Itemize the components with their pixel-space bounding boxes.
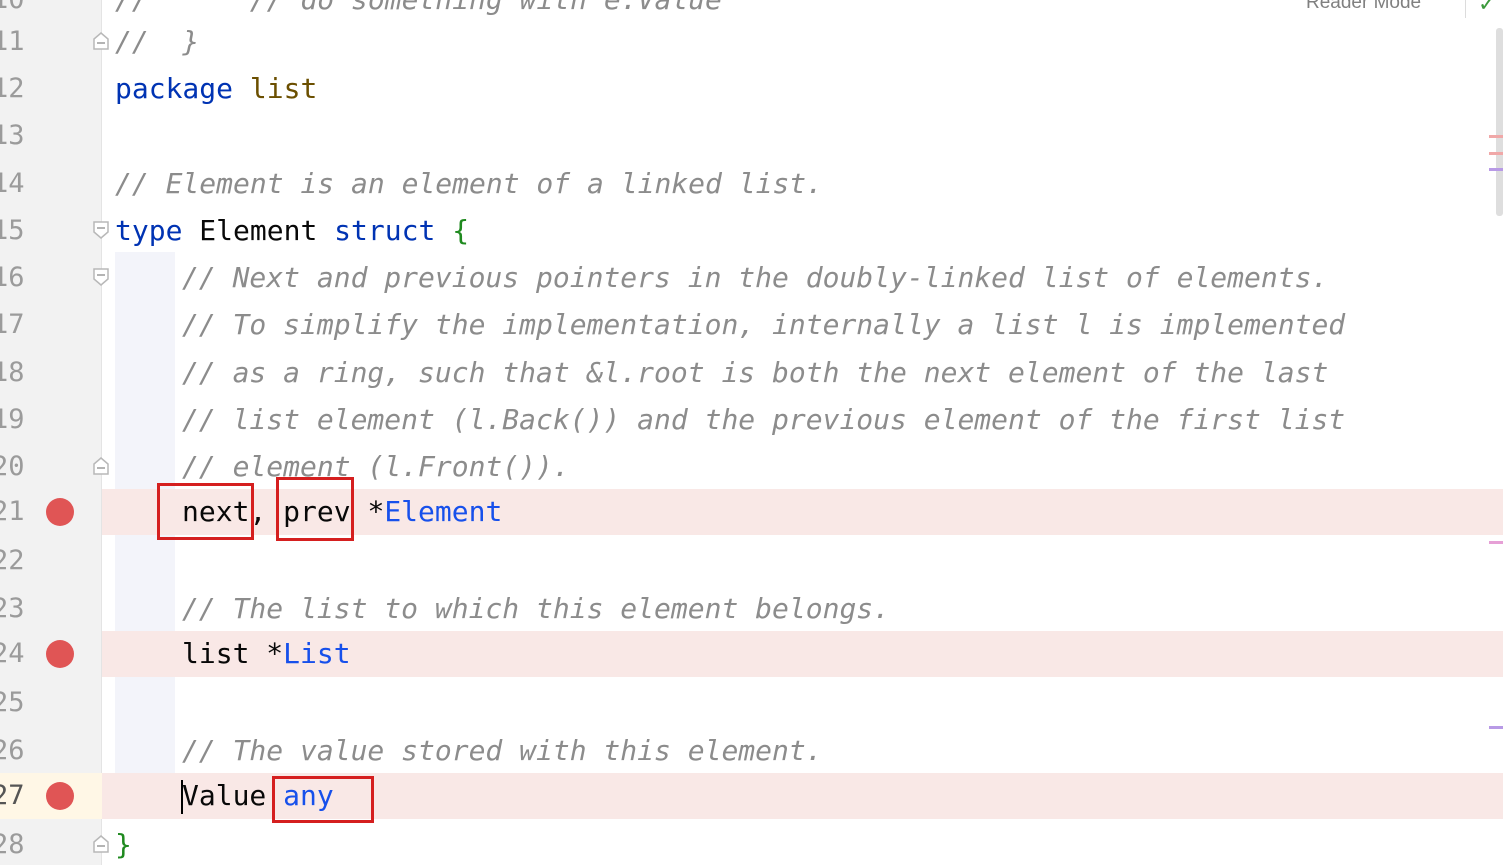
line-number[interactable]: 24 [0, 630, 25, 677]
package-keyword: package [115, 72, 234, 105]
code-line[interactable]: 14 // Element is an element of a linked … [0, 160, 1503, 207]
comment-text: // The value stored with this element. [182, 734, 823, 767]
highlight-box-prev [276, 477, 354, 541]
toolbar-divider [1465, 0, 1466, 18]
open-brace: { [452, 214, 470, 247]
error-stripe-marker[interactable] [1489, 541, 1503, 544]
code-editor[interactable]: 10 // // do something with e.Value 11 //… [0, 0, 1503, 865]
code-line[interactable]: 13 [0, 112, 1503, 159]
code-line[interactable]: 16 // Next and previous pointers in the … [0, 254, 1503, 301]
close-brace: } [115, 828, 132, 861]
line-number[interactable]: 26 [0, 727, 25, 774]
line-number[interactable]: 15 [0, 207, 25, 254]
breakpoint-icon[interactable] [46, 640, 74, 668]
line-number[interactable]: 23 [0, 585, 25, 632]
breakpoint-icon[interactable] [46, 498, 74, 526]
fold-end-icon[interactable] [92, 834, 110, 854]
struct-declaration: type Element struct { [115, 207, 469, 254]
line-number[interactable]: 21 [0, 488, 25, 535]
highlight-box-any [272, 776, 374, 823]
field-declaration: list *List [182, 630, 351, 677]
field-name: list [182, 637, 250, 670]
line-number[interactable]: 20 [0, 443, 25, 490]
error-stripe-marker[interactable] [1489, 152, 1503, 155]
line-number[interactable]: 17 [0, 301, 25, 348]
code-line[interactable]: 28 } [0, 821, 1503, 868]
fold-start-icon[interactable] [92, 220, 110, 240]
line-number[interactable]: 18 [0, 349, 25, 396]
code-line[interactable]: 23 // The list to which this element bel… [0, 585, 1503, 632]
comment-text: // The list to which this element belong… [182, 592, 891, 625]
line-number[interactable]: 11 [0, 18, 25, 65]
comment-text: // as a ring, such that &l.root is both … [182, 356, 1329, 389]
line-number[interactable]: 22 [0, 537, 25, 584]
struct-keyword: struct [334, 214, 436, 247]
fold-start-icon[interactable] [92, 267, 110, 287]
comment-text: // Next and previous pointers in the dou… [182, 261, 1329, 294]
field-name: Value [182, 779, 267, 812]
code-line[interactable]: 15 type Element struct { [0, 207, 1503, 254]
type-keyword: type [115, 214, 183, 247]
fold-end-icon[interactable] [92, 456, 110, 476]
line-number[interactable]: 28 [0, 821, 25, 868]
struct-name: Element [199, 214, 318, 247]
check-icon[interactable]: ✓ [1478, 0, 1496, 17]
pointer-star: * [249, 637, 284, 670]
comment-text: // Element is an element of a linked lis… [115, 167, 824, 200]
code-line[interactable]: 26 // The value stored with this element… [0, 727, 1503, 774]
code-line[interactable]: 22 [0, 537, 1503, 584]
error-stripe-marker[interactable] [1489, 168, 1503, 171]
text-caret [181, 780, 183, 814]
code-line[interactable]: 12 package list [0, 65, 1503, 112]
code-line[interactable]: 18 // as a ring, such that &l.root is bo… [0, 349, 1503, 396]
highlight-box-next [157, 483, 254, 540]
comment-text: // To simplify the implementation, inter… [182, 308, 1346, 341]
comment-text: // } [115, 25, 200, 58]
code-line[interactable]: 17 // To simplify the implementation, in… [0, 301, 1503, 348]
code-line-breakpoint[interactable]: 24 list *List [0, 630, 1503, 677]
code-line-breakpoint-current[interactable]: 27 Value any [0, 772, 1503, 819]
package-declaration: package list [115, 65, 317, 112]
line-number[interactable]: 25 [0, 679, 25, 726]
line-number[interactable]: 14 [0, 160, 25, 207]
line-number[interactable]: 13 [0, 112, 25, 159]
line-number[interactable]: 12 [0, 65, 25, 112]
line-number[interactable]: 27 [0, 772, 25, 819]
code-line[interactable]: 11 // } [0, 18, 1503, 65]
field-type: List [283, 637, 351, 670]
reader-mode-button[interactable]: Reader Mode [1306, 0, 1421, 14]
code-line[interactable]: 25 [0, 679, 1503, 726]
field-type: Element [384, 495, 503, 528]
error-stripe-marker[interactable] [1489, 726, 1503, 729]
line-number[interactable]: 16 [0, 254, 25, 301]
vertical-scrollbar-thumb[interactable] [1496, 28, 1503, 216]
package-name: list [249, 72, 318, 105]
code-line[interactable]: 19 // list element (l.Back()) and the pr… [0, 396, 1503, 443]
error-stripe-marker[interactable] [1489, 135, 1503, 138]
comment-text: // list element (l.Back()) and the previ… [182, 403, 1346, 436]
line-number[interactable]: 19 [0, 396, 25, 443]
pointer-star: * [350, 495, 385, 528]
breakpoint-icon[interactable] [46, 782, 74, 810]
fold-end-icon[interactable] [92, 31, 110, 51]
